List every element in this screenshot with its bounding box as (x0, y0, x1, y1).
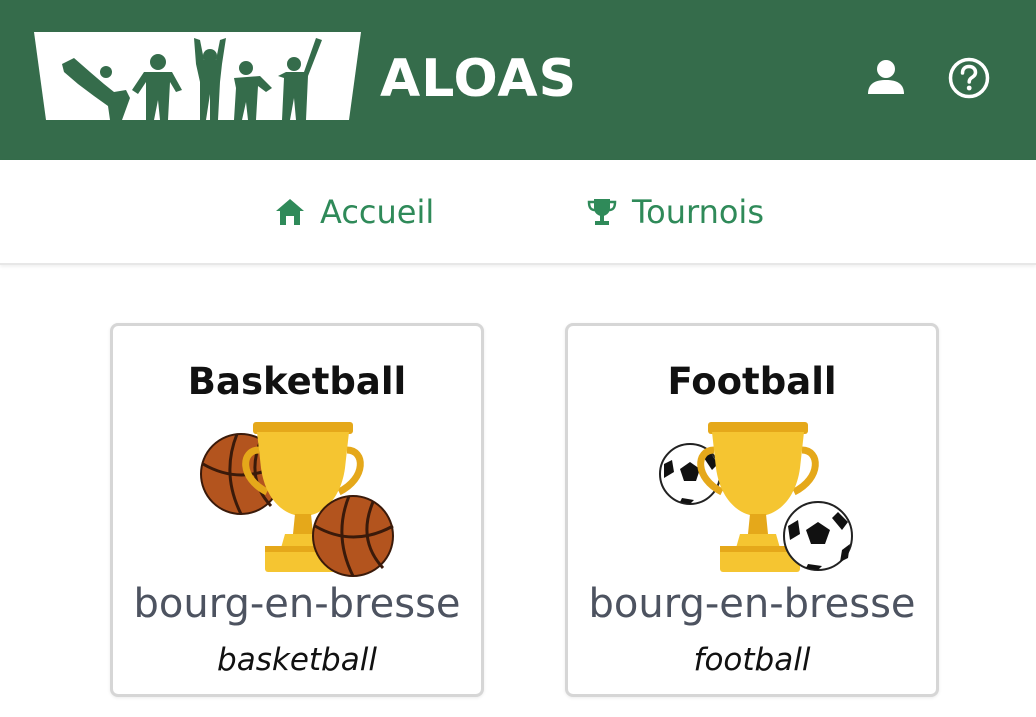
tournament-card-football[interactable]: Football bourg-en-bresse football (565, 323, 939, 697)
card-city: bourg-en-bresse (588, 581, 916, 627)
nav-item-accueil[interactable]: Accueil (274, 190, 434, 234)
app-header: ALOAS (0, 0, 1036, 160)
nav-item-label: Accueil (320, 193, 435, 231)
logo-image[interactable] (34, 32, 361, 120)
nav-item-tournois[interactable]: Tournois (586, 190, 764, 234)
trophy-basketball-icon (200, 422, 394, 577)
trophy-icon (587, 199, 617, 225)
card-title: Football (667, 360, 837, 403)
card-city: bourg-en-bresse (133, 581, 461, 627)
app-title: ALOAS (380, 49, 578, 109)
nav-item-label: Tournois (632, 193, 764, 231)
trophy-football-icon (659, 422, 853, 572)
home-icon (276, 199, 304, 225)
user-icon[interactable] (864, 56, 908, 100)
help-icon[interactable] (947, 56, 991, 100)
main-nav: Accueil Tournois (0, 160, 1036, 265)
card-title: Basketball (187, 360, 407, 403)
tournament-card-basketball[interactable]: Basketball bourg-en-bresse basketball (110, 323, 484, 697)
card-sport: football (693, 642, 811, 678)
card-sport: basketball (217, 642, 377, 678)
